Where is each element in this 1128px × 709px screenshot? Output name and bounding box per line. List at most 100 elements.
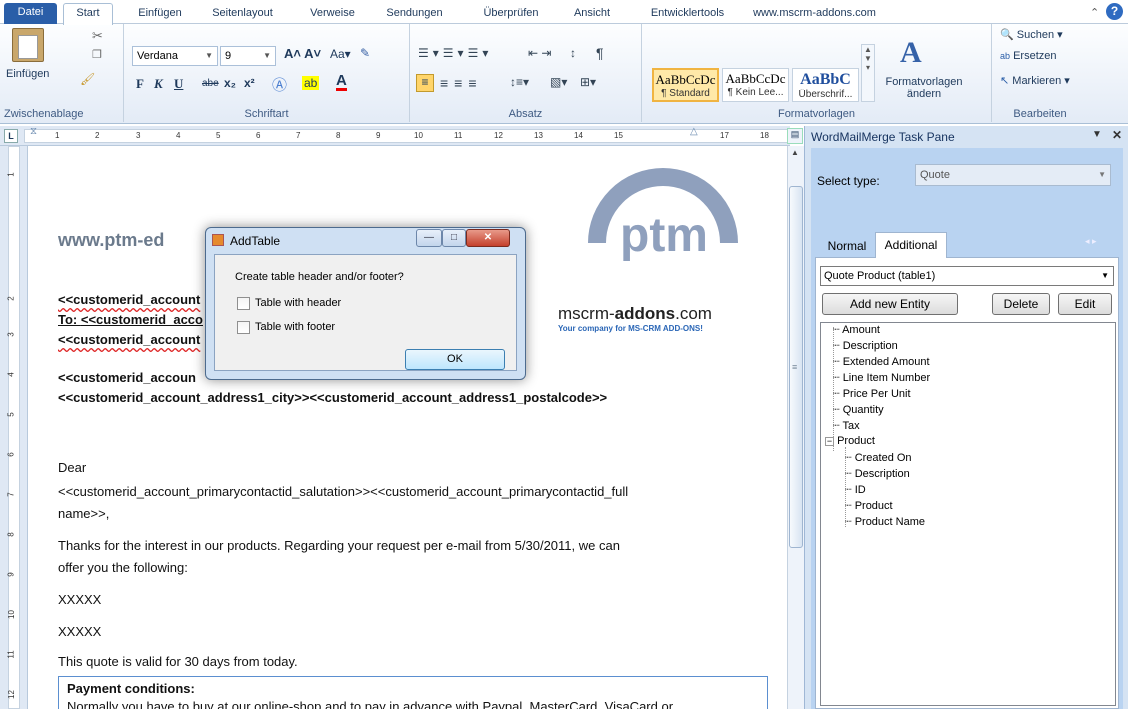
copy-icon[interactable]: ❐: [92, 48, 102, 61]
clear-format-icon[interactable]: ✎: [360, 46, 370, 60]
tab-developer[interactable]: Entwicklertools: [640, 4, 735, 24]
edit-button[interactable]: Edit: [1058, 293, 1112, 315]
replace-button[interactable]: ab Ersetzen: [1000, 50, 1057, 62]
find-button[interactable]: 🔍 Suchen ▾: [1000, 28, 1063, 41]
header-checkbox-label[interactable]: Table with header: [255, 297, 341, 309]
help-icon[interactable]: ?: [1106, 3, 1123, 20]
minimize-ribbon-icon[interactable]: ⌃: [1090, 6, 1099, 19]
tree-item[interactable]: ┈ Quantity: [833, 403, 884, 416]
tab-review[interactable]: Überprüfen: [475, 4, 547, 24]
change-styles-button[interactable]: Formatvorlagen ändern: [882, 76, 966, 100]
paste-icon[interactable]: [12, 28, 44, 62]
pane-options-icon[interactable]: ▼: [1092, 129, 1102, 140]
tab-page-layout[interactable]: Seitenlayout: [200, 4, 285, 24]
right-indent-marker-icon[interactable]: △: [690, 126, 698, 137]
indent-marker-icon[interactable]: ⧖: [30, 126, 37, 137]
collapse-icon[interactable]: −: [825, 437, 834, 446]
tree-item[interactable]: ┈ Line Item Number: [833, 371, 930, 384]
ruler-number: 13: [534, 131, 543, 140]
paste-button[interactable]: Einfügen: [6, 68, 49, 80]
pilcrow-icon[interactable]: ¶: [596, 45, 604, 61]
tab-stop-icon[interactable]: L: [4, 129, 18, 143]
tree-item[interactable]: ┈ Description: [833, 339, 898, 352]
vruler-number: 7: [6, 492, 16, 497]
ok-button[interactable]: OK: [405, 349, 505, 370]
underline-button[interactable]: U: [174, 76, 183, 92]
pane-close-icon[interactable]: ✕: [1112, 128, 1122, 142]
document-scrollbar[interactable]: ▲ ≡: [787, 146, 804, 709]
add-entity-button[interactable]: Add new Entity: [822, 293, 958, 315]
select-type-dropdown[interactable]: Quote ▼: [915, 164, 1111, 186]
delete-button[interactable]: Delete: [992, 293, 1050, 315]
view-ruler-icon[interactable]: ▤: [787, 128, 803, 144]
maximize-icon[interactable]: □: [442, 229, 466, 247]
tree-child-item[interactable]: ┈ Description: [845, 467, 910, 480]
superscript-button[interactable]: x²: [244, 76, 255, 90]
editing-group-label: Bearbeiten: [1013, 108, 1067, 120]
footer-checkbox[interactable]: [237, 321, 250, 334]
tab-scroll-icon[interactable]: ◂ ▸: [1085, 236, 1097, 247]
tab-references[interactable]: Verweise: [305, 4, 360, 24]
entity-dropdown[interactable]: Quote Product (table1) ▼: [820, 266, 1114, 286]
tree-item[interactable]: ┈ Tax: [833, 419, 860, 432]
shading-icon[interactable]: ▧▾: [550, 75, 567, 89]
footer-checkbox-label[interactable]: Table with footer: [255, 321, 335, 333]
close-icon[interactable]: ✕: [466, 229, 510, 247]
tab-additional[interactable]: Additional: [875, 232, 947, 258]
tab-normal[interactable]: Normal: [819, 234, 875, 258]
align-left-icon[interactable]: ≡: [416, 74, 434, 92]
indent-icon[interactable]: ⇤ ⇥: [528, 46, 551, 60]
select-button[interactable]: ↖ Markieren ▾: [1000, 74, 1070, 87]
list-buttons-icon[interactable]: ☰▾☰▾☰▾: [418, 46, 492, 60]
tree-child-item[interactable]: ┈ Product Name: [845, 515, 925, 528]
addtable-dialog: AddTable — □ ✕ Create table header and/o…: [205, 227, 526, 380]
borders-icon[interactable]: ⊞▾: [580, 75, 596, 89]
format-painter-icon[interactable]: 🖌: [80, 72, 95, 86]
font-name-combo[interactable]: Verdana ▼: [132, 46, 218, 66]
tab-file[interactable]: Datei: [4, 3, 57, 24]
tree-item[interactable]: ┈ Price Per Unit: [833, 387, 911, 400]
tab-insert[interactable]: Einfügen: [130, 4, 190, 24]
font-color-icon[interactable]: A: [336, 73, 347, 91]
pane-content: Select type: Quote ▼ Normal Additional ◂…: [811, 148, 1123, 709]
scroll-up-icon[interactable]: ▲: [791, 148, 799, 157]
tab-mailings[interactable]: Sendungen: [377, 4, 452, 24]
subscript-button[interactable]: x₂: [224, 76, 236, 90]
tab-start[interactable]: Start: [63, 3, 113, 25]
salutation-line: name>>,: [58, 506, 110, 521]
vruler-number: 5: [6, 412, 16, 417]
tab-view[interactable]: Ansicht: [567, 4, 617, 24]
tree-child-item[interactable]: ┈ ID: [845, 483, 866, 496]
body-text: offer you the following:: [58, 560, 188, 575]
style-heading[interactable]: AaBbC Überschrif...: [792, 68, 859, 102]
change-styles-icon[interactable]: A: [900, 36, 922, 70]
text-effects-icon[interactable]: Ⓐ: [272, 74, 287, 95]
ruler-number: 6: [256, 131, 261, 140]
font-size-combo[interactable]: 9 ▼: [220, 46, 276, 66]
task-pane: WordMailMerge Task Pane ▼ ✕ Select type:…: [804, 126, 1128, 709]
styles-scroll-icon[interactable]: ▲ ▼ ▾: [861, 44, 875, 102]
tree-item-product[interactable]: − Product: [825, 435, 875, 447]
sort-icon[interactable]: ↕: [570, 46, 576, 60]
tree-item[interactable]: ┈ Amount: [833, 323, 880, 336]
tab-addons[interactable]: www.mscrm-addons.com: [752, 4, 877, 24]
tree-item[interactable]: ┈ Extended Amount: [833, 355, 930, 368]
cut-icon[interactable]: ✂: [92, 28, 103, 44]
change-case-icon[interactable]: Aa▾: [330, 47, 351, 61]
tree-child-item[interactable]: ┈ Product: [845, 499, 893, 512]
dialog-title: AddTable: [230, 234, 281, 248]
minimize-icon[interactable]: —: [416, 229, 442, 247]
align-buttons-icon[interactable]: ≡≡≡: [440, 75, 483, 91]
validity-text: This quote is valid for 30 days from tod…: [58, 654, 298, 669]
line-spacing-icon[interactable]: ↕≡▾: [510, 75, 529, 89]
bold-button[interactable]: F: [136, 76, 144, 92]
grow-font-icon[interactable]: A˄ A˅: [284, 46, 321, 61]
horizontal-ruler[interactable]: L ⧖ 1 2 3 4 5 6 7 8 9 10 11 12 13 14 15 …: [0, 126, 790, 146]
strikethrough-button[interactable]: abe: [202, 78, 219, 89]
header-checkbox[interactable]: [237, 297, 250, 310]
style-no-spacing[interactable]: AaBbCcDc ¶ Kein Lee...: [722, 68, 789, 102]
style-standard[interactable]: AaBbCcDc ¶ Standard: [652, 68, 719, 102]
italic-button[interactable]: K: [154, 76, 163, 92]
highlight-icon[interactable]: ab: [302, 76, 320, 90]
tree-child-item[interactable]: ┈ Created On: [845, 451, 912, 464]
